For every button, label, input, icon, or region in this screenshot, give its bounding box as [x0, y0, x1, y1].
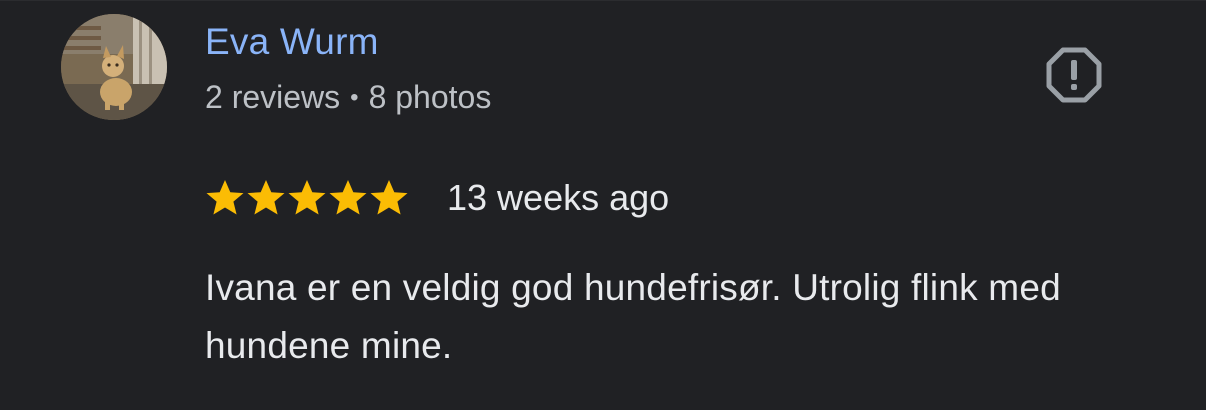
star-rating [205, 178, 409, 218]
rating-row: 13 weeks ago [205, 176, 669, 220]
avatar-photo [61, 14, 167, 120]
report-review-button[interactable] [1044, 45, 1104, 105]
reviewer-avatar[interactable] [61, 14, 167, 120]
review-time: 13 weeks ago [447, 177, 670, 218]
star-icon [288, 180, 326, 215]
report-icon [1046, 47, 1102, 103]
photos-count: 8 photos [368, 79, 492, 115]
star-icon [329, 180, 367, 215]
meta-separator: • [350, 84, 359, 111]
review-text: Ivana er en veldig god hundefrisør. Utro… [205, 267, 1061, 366]
reviews-count: 2 reviews [205, 79, 341, 115]
star-icon [247, 180, 285, 215]
reviewer-stats: 2 reviews • 8 photos [205, 77, 491, 118]
star-icon [206, 180, 244, 215]
review-card: Eva Wurm 2 reviews • 8 photos 13 weeks ago… [0, 0, 1206, 410]
star-icon [370, 180, 408, 215]
reviewer-name[interactable]: Eva Wurm [205, 20, 379, 64]
